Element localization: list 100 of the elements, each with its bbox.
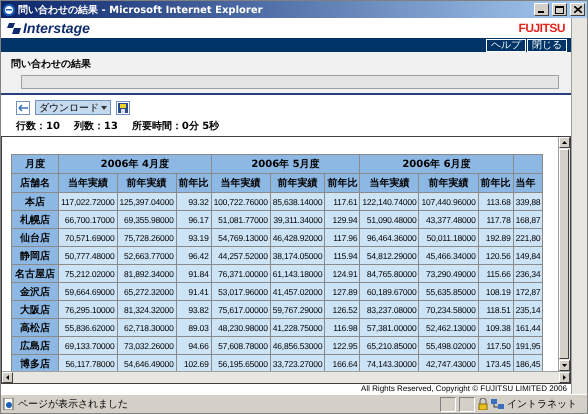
down-arrow-icon: [562, 364, 567, 367]
copyright-text: All Rights Reserved, Copyright © FUJITSU LIMITED 2006: [361, 384, 567, 394]
table-cell: 48,230.98000: [211, 318, 270, 336]
table-cell: 43,377.48000: [418, 210, 478, 228]
zone-text: イントラネット: [507, 398, 577, 411]
table-cell: 192.89: [478, 228, 514, 246]
table-cell: 51,081.77000: [211, 210, 270, 228]
stat-text: 行数：10: [16, 120, 60, 133]
download-dropdown[interactable]: ダウンロード: [35, 100, 111, 115]
table-cell: 54,812.29000: [360, 246, 419, 264]
logo-icon: [7, 22, 21, 34]
table-cell: 94.66: [176, 336, 212, 354]
table-cell: 55,836.62000: [58, 318, 117, 336]
table-cell: 84,765.80000: [360, 264, 419, 282]
table-cell: 236,34: [513, 264, 543, 282]
table-cell: 235,14: [513, 300, 543, 318]
table-cell: 65,210.85000: [360, 336, 419, 354]
table-cell: 75,617.00000: [211, 300, 270, 318]
intranet-icon: [491, 398, 504, 410]
table-cell: 117.78: [478, 210, 514, 228]
close-button[interactable]: [570, 3, 585, 16]
table-cell: 73,032.26000: [117, 336, 176, 354]
header-cell: 前年実績: [418, 174, 478, 192]
table-cell: 74,143.30000: [360, 354, 419, 371]
table-cell: 55,635.85000: [418, 282, 478, 300]
row-header-cell: 金沢店: [12, 282, 58, 300]
table-cell: 50,011.18000: [418, 228, 478, 246]
row-header-cell: 広島店: [12, 336, 58, 354]
table-cell: 91.84: [176, 264, 212, 282]
table-cell: 57,381.00000: [360, 318, 419, 336]
table-cell: 117,022.72000: [58, 192, 117, 210]
up-arrow-icon: [562, 141, 567, 144]
table-cell: 46,856.53000: [270, 336, 325, 354]
table-cell: 125,397.04000: [117, 192, 176, 210]
table-cell: 42,747.43000: [418, 354, 478, 371]
table-cell: 122.95: [324, 336, 360, 354]
browser-icon: [3, 4, 15, 16]
table-cell: 129.94: [324, 210, 360, 228]
table-cell: 117.61: [324, 192, 360, 210]
table-cell: 41,228.75000: [270, 318, 325, 336]
table-cell: 70,571.69000: [58, 228, 117, 246]
table-cell: 39,311.34000: [270, 210, 325, 228]
logo-text: Interstage: [23, 20, 90, 36]
window-title: 問い合わせの結果 - Microsoft Internet Explorer: [18, 4, 264, 16]
table-cell: 59,767.29000: [270, 300, 325, 318]
table-cell: 127.89: [324, 282, 360, 300]
page-title: 問い合わせの結果: [11, 58, 92, 71]
table-cell: 55,498.02000: [418, 336, 478, 354]
nav-button[interactable]: ヘルプ: [486, 38, 526, 52]
table-cell: 89.03: [176, 318, 212, 336]
header-cell: 当年: [513, 174, 543, 192]
table-cell: 173.45: [478, 354, 514, 371]
table-cell: 91.41: [176, 282, 212, 300]
header-cell: 前年比: [478, 174, 514, 192]
table-cell: 116.98: [324, 318, 360, 336]
header-cell: 2006年 5月度: [211, 154, 360, 174]
table-cell: 61,143.18000: [270, 264, 325, 282]
table-cell: 75,212.02000: [58, 264, 117, 282]
maximize-icon: [555, 6, 564, 14]
table-cell: 38,174.05000: [270, 246, 325, 264]
table-cell: 166.64: [324, 354, 360, 371]
table-cell: 191,95: [513, 336, 543, 354]
nav-button[interactable]: 閉じる: [527, 38, 567, 52]
table-cell: 221,80: [513, 228, 543, 246]
vertical-scrollbar[interactable]: [558, 137, 570, 371]
table-cell: 57,608.78000: [211, 336, 270, 354]
table-cell: 85,638.14000: [270, 192, 325, 210]
table-cell: 66,700.17000: [58, 210, 117, 228]
table-cell: 339,88: [513, 192, 543, 210]
maximize-button[interactable]: [552, 3, 567, 16]
row-header-cell: 博多店: [12, 354, 58, 371]
status-pane: [459, 396, 475, 412]
table-cell: 108.19: [478, 282, 514, 300]
save-icon[interactable]: [116, 100, 130, 114]
close-icon: [574, 6, 582, 13]
table-cell: 93.32: [176, 192, 212, 210]
page-scrollbar[interactable]: [571, 18, 587, 394]
caret-icon: [101, 106, 107, 110]
table-cell: 50,777.48000: [58, 246, 117, 264]
table-cell: 52,462.13000: [418, 318, 478, 336]
horizontal-scrollbar[interactable]: [2, 371, 570, 383]
status-pane: [440, 396, 456, 412]
table-cell: 53,017.96000: [211, 282, 270, 300]
table-cell: 59,664.69000: [58, 282, 117, 300]
table-cell: 45,466.34000: [418, 246, 478, 264]
table-cell: 186,45: [513, 354, 543, 371]
minimize-button[interactable]: [534, 3, 549, 16]
table-cell: 70,234.58000: [418, 300, 478, 318]
table-cell: 96.42: [176, 246, 212, 264]
table-cell: 107,440.96000: [418, 192, 478, 210]
header-cell: 前年比: [176, 174, 212, 192]
table-cell: 102.69: [176, 354, 212, 371]
header-cell: 前年比: [324, 174, 360, 192]
table-cell: 109.38: [478, 318, 514, 336]
row-header-cell: 高松店: [12, 318, 58, 336]
row-header-cell: 静岡店: [12, 246, 58, 264]
table-cell: 44,257.52000: [211, 246, 270, 264]
table-cell: 124.91: [324, 264, 360, 282]
header-cell: 前年実績: [117, 174, 176, 192]
back-arrow-icon[interactable]: [16, 100, 30, 114]
